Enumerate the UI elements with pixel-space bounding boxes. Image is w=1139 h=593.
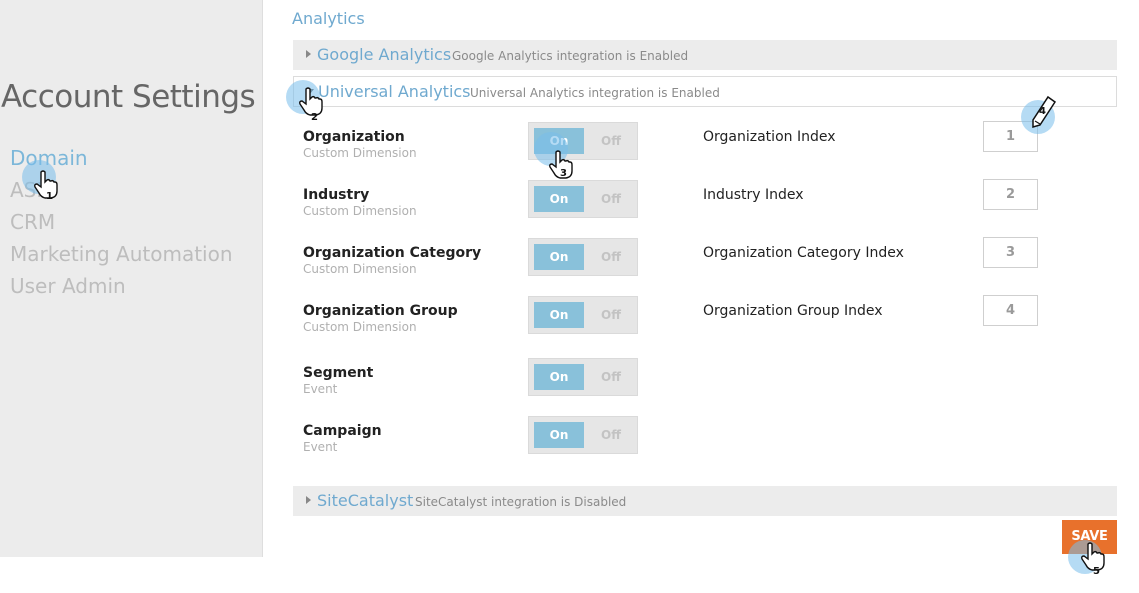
campaign-toggle[interactable]: On Off bbox=[528, 416, 638, 454]
accordion-status: SiteCatalyst integration is Disabled bbox=[415, 495, 627, 509]
row-label-organization: Organization bbox=[303, 129, 405, 145]
row-type: Custom Dimension bbox=[303, 320, 417, 334]
row-type: Event bbox=[303, 382, 338, 396]
hint-step-number: 3 bbox=[560, 168, 567, 179]
organization-group-toggle[interactable]: On Off bbox=[528, 296, 638, 334]
toggle-off[interactable]: Off bbox=[589, 302, 633, 328]
hint-step-number: 2 bbox=[311, 112, 318, 123]
toggle-off[interactable]: Off bbox=[589, 422, 633, 448]
organization-category-index-input[interactable] bbox=[983, 237, 1038, 268]
hint-step-number: 1 bbox=[46, 191, 53, 202]
accordion-status: Google Analytics integration is Enabled bbox=[452, 49, 689, 63]
row-type: Event bbox=[303, 440, 338, 454]
index-label-organization-category: Organization Category Index bbox=[703, 245, 904, 261]
index-label-industry: Industry Index bbox=[703, 187, 804, 203]
toggle-off[interactable]: Off bbox=[589, 244, 633, 270]
index-label-organization: Organization Index bbox=[703, 129, 836, 145]
sidebar-item-marketing-automation[interactable]: Marketing Automation bbox=[10, 242, 233, 266]
toggle-on[interactable]: On bbox=[534, 244, 584, 270]
segment-toggle[interactable]: On Off bbox=[528, 358, 638, 396]
index-label-organization-group: Organization Group Index bbox=[703, 303, 883, 319]
row-label-organization-category: Organization Category bbox=[303, 245, 482, 261]
hint-step-number: 5 bbox=[1093, 566, 1100, 577]
organization-category-toggle[interactable]: On Off bbox=[528, 238, 638, 276]
toggle-on[interactable]: On bbox=[534, 302, 584, 328]
row-label-organization-group: Organization Group bbox=[303, 303, 458, 319]
organization-group-index-input[interactable] bbox=[983, 295, 1038, 326]
section-label-analytics: Analytics bbox=[292, 9, 365, 28]
row-label-industry: Industry bbox=[303, 187, 370, 203]
row-type: Custom Dimension bbox=[303, 204, 417, 218]
accordion-sitecatalyst[interactable]: SiteCatalyst SiteCatalyst integration is… bbox=[293, 486, 1117, 516]
toggle-off[interactable]: Off bbox=[589, 128, 633, 154]
sidebar-item-user-admin[interactable]: User Admin bbox=[10, 274, 126, 298]
accordion-title[interactable]: Universal Analytics bbox=[318, 82, 471, 101]
sidebar-item-crm[interactable]: CRM bbox=[10, 210, 55, 234]
row-type: Custom Dimension bbox=[303, 146, 417, 160]
industry-toggle[interactable]: On Off bbox=[528, 180, 638, 218]
row-label-segment: Segment bbox=[303, 365, 374, 381]
toggle-on[interactable]: On bbox=[534, 364, 584, 390]
toggle-on[interactable]: On bbox=[534, 186, 584, 212]
expand-arrow-icon[interactable] bbox=[306, 50, 311, 58]
expand-arrow-icon[interactable] bbox=[306, 496, 311, 504]
toggle-off[interactable]: Off bbox=[589, 364, 633, 390]
accordion-universal-analytics[interactable]: Universal Analytics Universal Analytics … bbox=[293, 76, 1117, 107]
accordion-title[interactable]: Google Analytics bbox=[317, 45, 451, 64]
sidebar: Account Settings Domain ASM CRM Marketin… bbox=[0, 0, 263, 557]
accordion-google-analytics[interactable]: Google Analytics Google Analytics integr… bbox=[293, 40, 1117, 70]
toggle-on[interactable]: On bbox=[534, 422, 584, 448]
page-title: Account Settings bbox=[1, 79, 256, 115]
industry-index-input[interactable] bbox=[983, 179, 1038, 210]
row-label-campaign: Campaign bbox=[303, 423, 382, 439]
hint-step-number: 4 bbox=[1039, 106, 1046, 117]
row-type: Custom Dimension bbox=[303, 262, 417, 276]
accordion-title[interactable]: SiteCatalyst bbox=[317, 491, 413, 510]
accordion-status: Universal Analytics integration is Enabl… bbox=[470, 86, 720, 100]
toggle-off[interactable]: Off bbox=[589, 186, 633, 212]
